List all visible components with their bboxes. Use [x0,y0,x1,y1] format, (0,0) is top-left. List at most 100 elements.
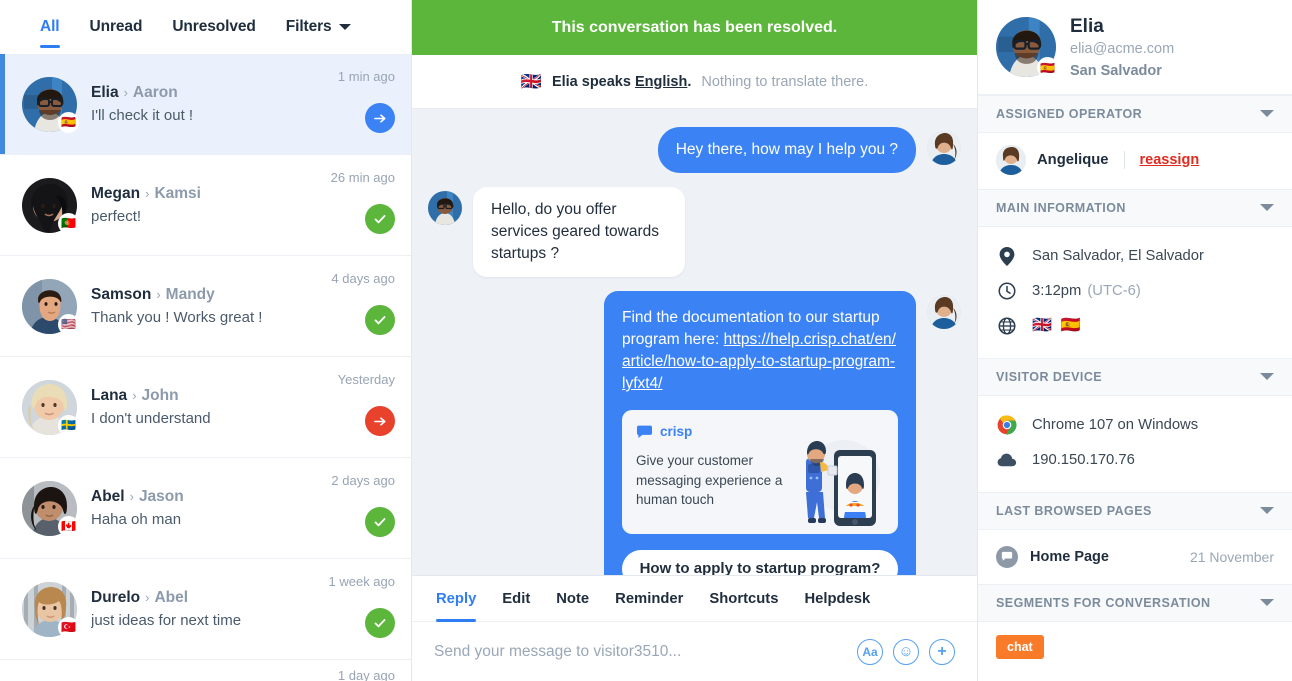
attachment-add-icon[interactable]: + [929,638,955,665]
country-flag-icon: 🇪🇸 [58,111,79,133]
conversation-list-panel: All Unread Unresolved Filters 🇪🇸 Elia › … [0,0,412,681]
tab-filters-label: Filters [285,18,332,35]
country-flag-icon: 🇺🇸 [58,313,79,335]
status-badge-resolved[interactable] [365,507,395,537]
cta-button-startup-program[interactable]: How to apply to startup program? [622,550,898,575]
composer-input-row[interactable]: Send your message to visitor3510... Aa ☺… [412,622,977,681]
status-badge-resolved[interactable] [365,608,395,638]
info-time-value: 3:12pm [1032,283,1082,300]
browsed-page-row[interactable]: Home Page 21 November [996,540,1274,574]
divider [1123,150,1125,169]
avatar-operator [996,144,1026,175]
info-row-location: San Salvador, El Salvador [996,239,1274,274]
conversation-preview: just ideas for next time [91,612,242,629]
chevron-down-icon[interactable] [1260,204,1274,212]
status-badge-pending[interactable] [365,103,395,133]
composer-tab-edit[interactable]: Edit [502,576,530,622]
avatar: 🇪🇸 [996,17,1058,79]
conversation-preview: I don't understand [91,410,211,427]
chevron-down-icon[interactable] [1260,507,1274,515]
chevron-down-icon[interactable] [1260,373,1274,381]
status-badge-resolved[interactable] [365,305,395,335]
info-row-languages: 🇬🇧 🇪🇸 [996,309,1274,344]
text-format-icon[interactable]: Aa [857,638,883,665]
section-last-browsed-pages-title: LAST BROWSED PAGES [996,503,1152,518]
clock-icon [996,282,1018,300]
section-last-browsed-pages[interactable]: LAST BROWSED PAGES [978,491,1292,530]
conversation-to: Abel [154,589,189,606]
translation-language[interactable]: English [635,74,687,90]
conversation-from: Durelo [91,589,141,606]
message-input-placeholder[interactable]: Send your message to visitor3510... [434,643,857,661]
conversation-item-elia[interactable]: 🇪🇸 Elia › Aaron I'll check it out ! 1 min … [0,54,411,155]
visitor-details-panel: 🇪🇸 Elia elia@acme.com San Salvador ASSIG… [978,0,1292,681]
conversation-participants: Durelo › Abel [91,589,319,607]
avatar-operator [927,131,961,165]
conversation-from: Abel [91,488,125,505]
conversation-item-durelo[interactable]: 🇹🇷 Durelo › Abel just ideas for next time … [0,559,411,660]
composer-tools: Aa ☺ + [857,638,955,665]
conversation-list[interactable]: 🇪🇸 Elia › Aaron I'll check it out ! 1 min … [0,54,411,681]
conversation-item-samson[interactable]: 🇺🇸 Samson › Mandy Thank you ! Works great … [0,256,411,357]
conversation-item-lana[interactable]: 🇸🇪 Lana › John I don't understand Yesterda… [0,357,411,458]
participant-separator: › [145,186,150,201]
conversation-item-next-partial[interactable]: 1 day ago [0,660,411,681]
conversation-time: 1 min ago [337,69,395,84]
section-visitor-device[interactable]: VISITOR DEVICE [978,357,1292,396]
emoji-glyph: ☺ [898,643,914,660]
visitor-languages: 🇬🇧 🇪🇸 [1032,318,1081,334]
composer-tab-shortcuts[interactable]: Shortcuts [709,576,778,622]
conversation-item-megan[interactable]: 🇵🇹 Megan › Kamsi perfect! 26 min ago [0,155,411,256]
section-segments-for-conversation[interactable]: SEGMENTS FOR CONVERSATION [978,583,1292,622]
avatar-photo-angelique [927,131,961,165]
conversation-text: Abel › Jason Haha oh man [91,488,325,528]
conversation-participants: Megan › Kamsi [91,185,319,203]
resolved-banner: This conversation has been resolved. [412,0,977,55]
tab-unresolved[interactable]: Unresolved [172,0,256,54]
conversation-time: 2 days ago [331,473,395,488]
arrow-right-icon [373,416,386,426]
conversation-participants: Samson › Mandy [91,286,319,304]
card-illustration [806,440,880,526]
conversation-text: Samson › Mandy Thank you ! Works great ! [91,286,325,326]
tab-all[interactable]: All [40,0,60,54]
conversation-item-abel[interactable]: 🇨🇦 Abel › Jason Haha oh man 2 days ago [0,458,411,559]
conversation-to: Mandy [165,286,215,303]
location-pin-icon [996,246,1018,266]
crisp-inbox-app: All Unread Unresolved Filters 🇪🇸 Elia › … [0,0,1292,681]
chevron-down-icon[interactable] [1260,599,1274,607]
status-badge-resolved[interactable] [365,204,395,234]
composer-tab-reply[interactable]: Reply [436,576,477,622]
composer-tab-helpdesk[interactable]: Helpdesk [804,576,870,622]
chevron-down-icon[interactable] [1260,110,1274,118]
composer-tab-reminder[interactable]: Reminder [615,576,683,622]
section-segments-title: SEGMENTS FOR CONVERSATION [996,595,1211,610]
section-main-information[interactable]: MAIN INFORMATION [978,188,1292,227]
translation-suffix: . [687,73,692,90]
info-row-time: 3:12pm (UTC-6) [996,274,1274,309]
conversation-text: Elia › Aaron I'll check it out ! [91,84,325,124]
last-browsed-pages-body: Home Page 21 November [978,530,1292,584]
message-thread[interactable]: Hey there, how may I help you ? Hello, d… [412,109,977,575]
reassign-link[interactable]: reassign [1140,152,1200,168]
tab-unread[interactable]: Unread [90,0,143,54]
conversation-participants: Abel › Jason [91,488,319,506]
emoji-icon[interactable]: ☺ [893,638,919,665]
section-visitor-device-title: VISITOR DEVICE [996,369,1103,384]
composer-tab-note[interactable]: Note [556,576,589,622]
conversation-to: Kamsi [154,185,201,202]
participant-separator: › [156,287,161,302]
chat-panel: This conversation has been resolved. 🇬🇧 … [412,0,978,681]
info-row-browser: Chrome 107 on Windows [996,408,1274,443]
link-preview-card[interactable]: crisp Give your customer messaging exper… [622,410,898,534]
segment-tag-chat[interactable]: chat [996,634,1044,659]
section-assigned-operator-title: ASSIGNED OPERATOR [996,106,1143,121]
info-timezone-value: (UTC-6) [1087,283,1141,300]
avatar: 🇪🇸 [22,76,79,133]
status-badge-unresolved[interactable] [365,406,395,436]
section-assigned-operator[interactable]: ASSIGNED OPERATOR [978,94,1292,133]
tab-filters[interactable]: Filters [286,0,351,54]
avatar-photo-angelique [927,295,961,329]
composer-tabs: Reply Edit Note Reminder Shortcuts Helpd… [412,576,977,622]
composer-tab-edit-label: Edit [502,590,531,607]
